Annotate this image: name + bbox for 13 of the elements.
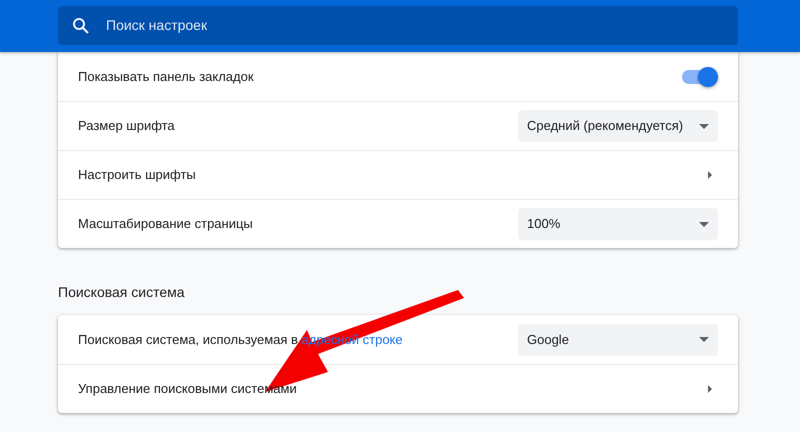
search-icon <box>72 16 90 34</box>
caret-icon[interactable] <box>708 171 712 179</box>
setting-label: Масштабирование страницы <box>78 216 253 232</box>
dropdown[interactable]: Средний (рекомендуется) <box>518 110 718 142</box>
dropdown[interactable]: 100% <box>518 208 718 240</box>
setting-label: Размер шрифта <box>78 118 175 134</box>
toggle-switch[interactable] <box>682 70 716 84</box>
dropdown[interactable]: Google <box>518 324 718 356</box>
section-title: Поисковая система <box>58 283 186 302</box>
setting-label: Показывать панель закладок <box>78 68 254 84</box>
caret-icon[interactable] <box>708 385 712 393</box>
setting-label: Настроить шрифты <box>78 167 196 182</box>
search-field[interactable]: Поиск настроек <box>58 6 738 45</box>
